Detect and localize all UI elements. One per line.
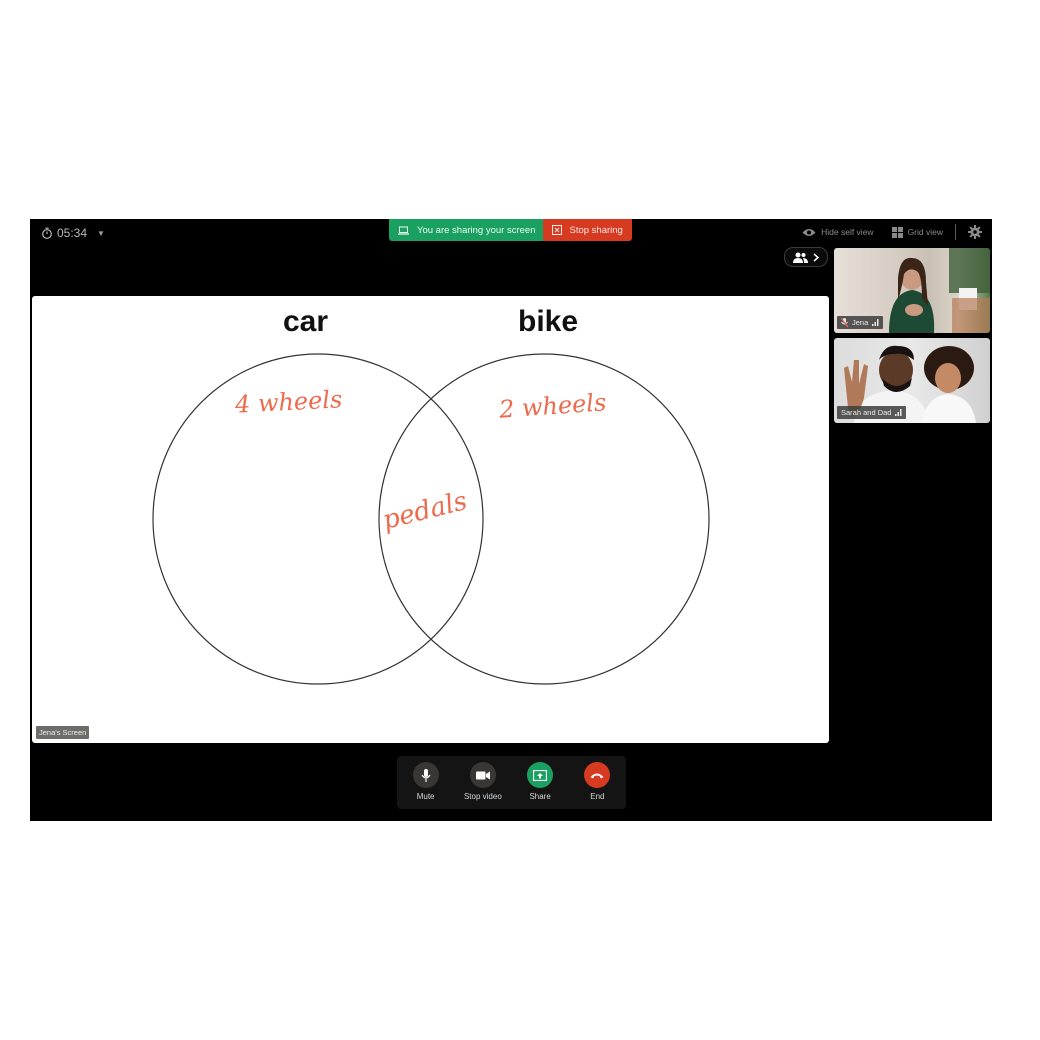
chevron-down-icon[interactable]: ▼ (97, 229, 105, 238)
stop-video-label: Stop video (463, 792, 502, 801)
mute-button[interactable]: Mute (398, 762, 454, 801)
participant-label-sarah-and-dad: Sarah and Dad (837, 406, 907, 419)
end-label: End (590, 792, 605, 801)
shared-screen-whiteboard: car bike 4 wheels 2 wheels pedals Jena's… (32, 296, 829, 743)
participant-label-jena: Jena (837, 316, 884, 329)
settings-button[interactable] (968, 225, 982, 239)
video-camera-icon (475, 771, 490, 779)
call-timer[interactable]: 05:34 ▼ (41, 226, 105, 240)
grid-view-label: Grid view (907, 227, 943, 237)
share-button[interactable]: Share (512, 762, 568, 801)
participant-name: Jena (852, 318, 869, 327)
participant-tile-jena[interactable]: Jena (834, 248, 990, 333)
close-box-icon (552, 225, 563, 235)
grid-icon (891, 226, 903, 238)
toolbar-divider (955, 224, 956, 240)
hide-self-view-label: Hide self view (821, 227, 874, 237)
timer-value: 05:34 (57, 226, 88, 240)
end-call-button-circle[interactable] (584, 762, 611, 788)
laptop-icon (398, 226, 409, 235)
sharing-status: You are sharing your screen (389, 219, 544, 241)
share-label: Share (529, 792, 551, 801)
mute-button-circle[interactable] (412, 762, 439, 788)
eye-icon (802, 228, 816, 236)
gear-icon (968, 225, 982, 239)
view-options: Hide self view Grid view (802, 224, 982, 240)
people-icon (793, 252, 808, 263)
grid-view-button[interactable]: Grid view (891, 226, 943, 238)
share-button-circle[interactable] (527, 762, 554, 788)
end-call-button[interactable]: End (569, 762, 625, 801)
microphone-icon (421, 768, 431, 782)
mic-muted-icon (841, 318, 848, 327)
hide-self-view-button[interactable]: Hide self view (802, 227, 874, 237)
chevron-right-icon (813, 252, 819, 262)
screen-owner-label: Jena's Screen (36, 726, 90, 739)
hang-up-icon (590, 773, 604, 778)
share-screen-icon (533, 769, 548, 781)
participant-name: Sarah and Dad (841, 408, 892, 417)
stop-video-button[interactable]: Stop video (455, 762, 511, 801)
signal-strength-icon (895, 409, 902, 416)
mute-label: Mute (416, 792, 435, 801)
stop-sharing-label: Stop sharing (569, 224, 623, 236)
stop-video-button-circle[interactable] (469, 762, 496, 788)
sharing-status-text: You are sharing your screen (417, 224, 536, 236)
screen-share-banner: You are sharing your screen Stop sharing (389, 219, 632, 241)
note-4-wheels: 4 wheels (234, 385, 343, 419)
participants-button[interactable] (784, 247, 828, 267)
stop-sharing-button[interactable]: Stop sharing (543, 219, 632, 241)
signal-strength-icon (872, 319, 879, 326)
video-call-window: 05:34 ▼ You are sharing your screen Stop… (30, 219, 992, 821)
participant-tile-sarah-and-dad[interactable]: Sarah and Dad (834, 338, 990, 423)
stopwatch-icon (42, 227, 52, 239)
call-controls-bar: Mute Stop video Share End (397, 756, 626, 809)
